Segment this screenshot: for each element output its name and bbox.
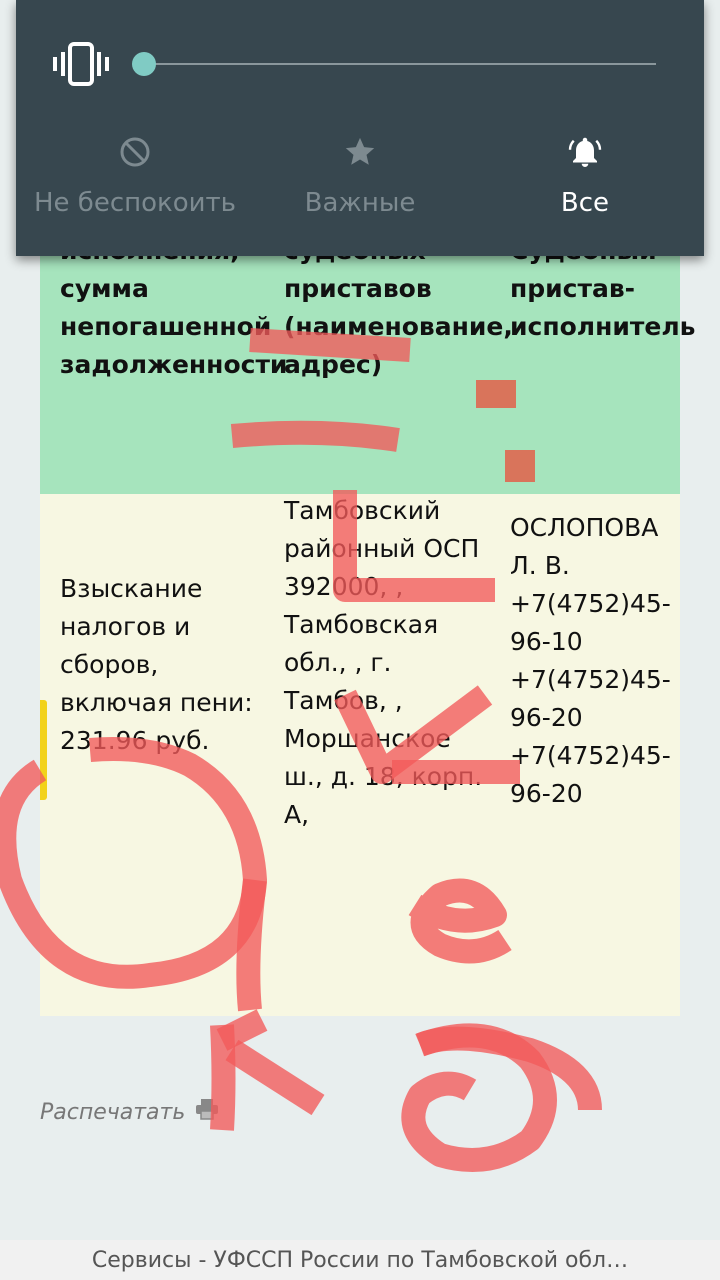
print-label: Распечатать: [40, 1099, 186, 1125]
star-icon: [245, 132, 475, 172]
mode-all[interactable]: Все: [470, 132, 700, 218]
selection-marker: [40, 700, 47, 800]
do-not-disturb-icon: [20, 132, 250, 172]
volume-slider-thumb[interactable]: [132, 52, 156, 76]
cell-subject: Взыскание налогов и сборов, включая пени…: [60, 574, 253, 755]
cell-department: Тамбовский районный ОСП 392000, , Тамбов…: [284, 496, 483, 829]
print-link[interactable]: Распечатать: [40, 1098, 219, 1126]
cell-officer: ОСЛОПОВА Л. В. +7(4752)45-96-10 +7(4752)…: [510, 513, 671, 808]
volume-panel: Не беспокоить Важные Все: [16, 0, 704, 256]
mode-label: Все: [560, 188, 610, 218]
table-row: Взыскание налогов и сборов, включая пени…: [40, 494, 680, 1016]
mode-priority[interactable]: Важные: [245, 132, 475, 218]
bell-icon: [470, 132, 700, 172]
printer-icon: [195, 1098, 219, 1126]
mode-label: Важные: [304, 188, 416, 218]
mode-label: Не беспокоить: [33, 188, 237, 218]
mode-do-not-disturb[interactable]: Не беспокоить: [20, 132, 250, 218]
url-bar[interactable]: Сервисы - УФССП России по Тамбовской обл…: [0, 1240, 720, 1280]
vibrate-icon[interactable]: [52, 42, 110, 86]
volume-slider-track[interactable]: [144, 63, 656, 65]
